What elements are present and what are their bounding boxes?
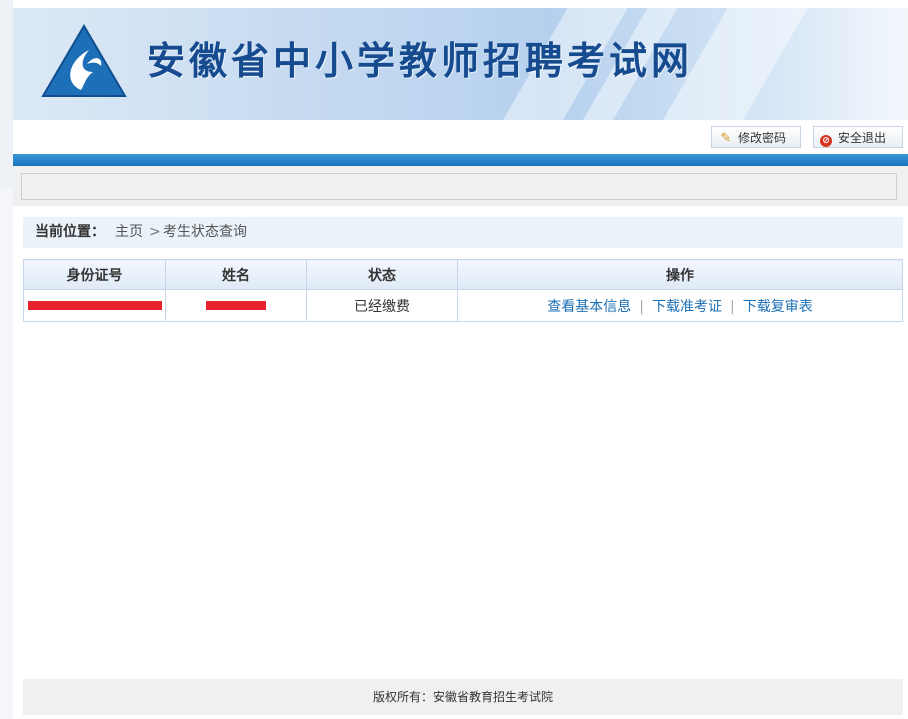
change-password-label: 修改密码 <box>738 131 787 145</box>
action-separator: | <box>639 298 644 315</box>
site-banner: 安徽省中小学教师招聘考试网 <box>13 8 908 120</box>
view-basic-info-link[interactable]: 查看基本信息 <box>547 299 631 315</box>
stop-icon: ⊘ <box>820 135 832 147</box>
top-action-bar: ✎ 修改密码 ⊘ 安全退出 <box>13 120 908 154</box>
nav-blue-bar <box>13 154 908 166</box>
download-review-form-link[interactable]: 下载复审表 <box>743 299 813 315</box>
redacted-name <box>206 301 266 310</box>
breadcrumb: 当前位置： 主页 > 考生状态查询 <box>23 217 903 248</box>
column-header-id-number: 身份证号 <box>23 259 166 290</box>
footer-copyright: 版权所有：安徽省教育招生考试院 <box>23 679 903 715</box>
logout-label: 安全退出 <box>838 131 887 145</box>
cell-status: 已经缴费 <box>306 289 458 322</box>
breadcrumb-separator: > <box>149 224 161 240</box>
teacher-exam-logo-icon <box>41 24 127 97</box>
logout-button[interactable]: ⊘ 安全退出 <box>813 126 903 148</box>
cell-name <box>165 289 307 322</box>
candidate-status-table: 身份证号 姓名 状态 操作 已经缴费 查看基本信息 | 下载准考证 | 下载复审表 <box>23 259 903 322</box>
column-header-status: 状态 <box>306 259 458 290</box>
left-edge-strip-lower <box>0 188 13 719</box>
cell-id-number <box>23 289 166 322</box>
cell-actions: 查看基本信息 | 下载准考证 | 下载复审表 <box>457 289 903 322</box>
left-edge-strip <box>0 0 13 188</box>
pencil-icon: ✎ <box>720 131 732 146</box>
site-title: 安徽省中小学教师招聘考试网 <box>147 38 694 83</box>
column-header-name: 姓名 <box>165 259 307 290</box>
change-password-button[interactable]: ✎ 修改密码 <box>711 126 801 148</box>
table-row: 已经缴费 查看基本信息 | 下载准考证 | 下载复审表 <box>23 289 903 322</box>
redacted-id-number <box>27 301 162 310</box>
table-header-row: 身份证号 姓名 状态 操作 <box>23 259 903 290</box>
action-separator: | <box>730 298 735 315</box>
column-header-actions: 操作 <box>457 259 903 290</box>
nav-menu-box <box>21 173 897 200</box>
breadcrumb-label: 当前位置： <box>35 224 105 240</box>
breadcrumb-home-link[interactable]: 主页 <box>115 217 143 248</box>
download-admission-ticket-link[interactable]: 下载准考证 <box>652 299 722 315</box>
breadcrumb-current: 考生状态查询 <box>163 224 247 240</box>
